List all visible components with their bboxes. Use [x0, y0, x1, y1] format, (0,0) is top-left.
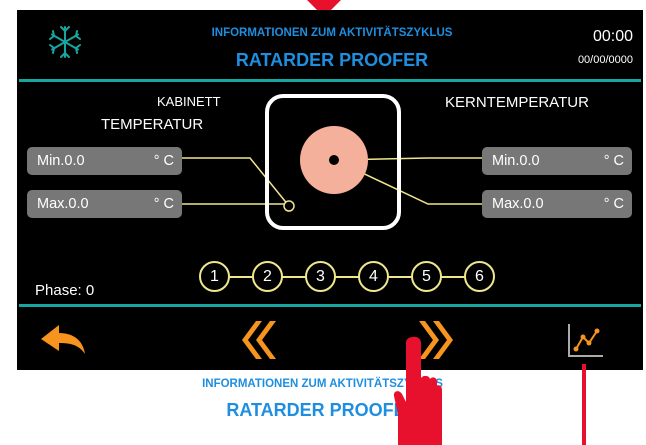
cabinet-max-value: Max.0.0: [37, 196, 89, 212]
cabinet-max-unit: ° C: [153, 196, 174, 212]
double-chevron-left-icon[interactable]: [238, 319, 278, 361]
caption-subtitle: INFORMATIONEN ZUM AKTIVITÄTSZYKLUS: [202, 378, 443, 390]
step-2[interactable]: 2: [252, 261, 283, 292]
hand-pointer-icon: [393, 336, 442, 445]
core-max-field[interactable]: Max.0.0 ° C: [482, 190, 632, 218]
step-6[interactable]: 6: [464, 261, 495, 292]
phase-label: Phase: 0: [35, 282, 95, 299]
cabinet-min-field[interactable]: Min.0.0 ° C: [27, 147, 182, 175]
cabinet-min-value: Min.0.0: [37, 153, 85, 169]
step-1[interactable]: 1: [199, 261, 230, 292]
device-screen: INFORMATIONEN ZUM AKTIVITÄTSZYKLUS RATAR…: [17, 10, 643, 370]
bottom-divider: [19, 304, 641, 307]
back-arrow-icon[interactable]: [39, 322, 87, 358]
cabinet-min-unit: ° C: [153, 153, 174, 169]
cabinet-probe: [283, 200, 295, 212]
chart-pointer-line: [582, 364, 586, 445]
core-min-value: Min.0.0: [492, 153, 540, 169]
core-min-unit: ° C: [603, 153, 624, 169]
cabinet-max-field[interactable]: Max.0.0 ° C: [27, 190, 182, 218]
chart-icon[interactable]: [565, 320, 605, 360]
stage: INFORMATIONEN ZUM AKTIVITÄTSZYKLUS RATAR…: [0, 0, 646, 445]
step-3[interactable]: 3: [305, 261, 336, 292]
core-min-field[interactable]: Min.0.0 ° C: [482, 147, 632, 175]
core-max-value: Max.0.0: [492, 196, 544, 212]
step-4[interactable]: 4: [358, 261, 389, 292]
caption-title: RATARDER PROOFER: [226, 400, 419, 420]
step-5[interactable]: 5: [411, 261, 442, 292]
core-max-unit: ° C: [603, 196, 624, 212]
